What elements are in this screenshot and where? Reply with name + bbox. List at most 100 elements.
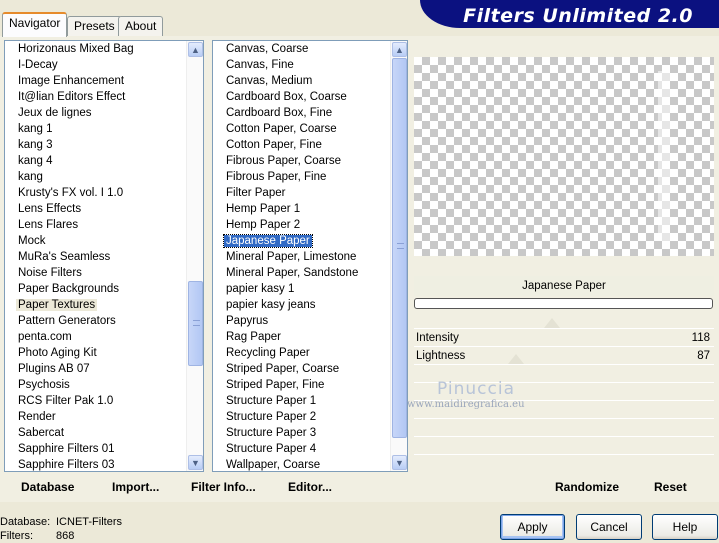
category-item[interactable]: Noise Filters bbox=[5, 265, 203, 281]
filter-item-label: Hemp Paper 2 bbox=[226, 219, 301, 231]
filter-item-label: Structure Paper 4 bbox=[226, 443, 317, 455]
category-item-label: Sapphire Filters 01 bbox=[18, 443, 115, 455]
filter-item[interactable]: Striped Paper, Fine bbox=[213, 377, 407, 393]
filter-item-label: Canvas, Fine bbox=[226, 59, 294, 71]
filter-scroll-thumb[interactable] bbox=[392, 58, 407, 438]
filter-item[interactable]: papier kasy 1 bbox=[213, 281, 407, 297]
import-button[interactable]: Import... bbox=[112, 480, 159, 494]
category-item-label: Sapphire Filters 03 bbox=[18, 459, 115, 471]
filter-item[interactable]: Structure Paper 1 bbox=[213, 393, 407, 409]
category-item[interactable]: kang 1 bbox=[5, 121, 203, 137]
filter-item[interactable]: Canvas, Coarse bbox=[213, 41, 407, 57]
category-item[interactable]: Sapphire Filters 03 bbox=[5, 457, 203, 471]
editor-button[interactable]: Editor... bbox=[288, 480, 332, 494]
filter-item[interactable]: Hemp Paper 2 bbox=[213, 217, 407, 233]
category-item-label: Noise Filters bbox=[18, 267, 82, 279]
filter-item[interactable]: Structure Paper 3 bbox=[213, 425, 407, 441]
scroll-up-icon[interactable]: ▲ bbox=[392, 42, 407, 57]
filter-item[interactable]: Structure Paper 2 bbox=[213, 409, 407, 425]
filter-item[interactable]: Structure Paper 4 bbox=[213, 441, 407, 457]
category-item[interactable]: Lens Flares bbox=[5, 217, 203, 233]
filter-item[interactable]: Mineral Paper, Sandstone bbox=[213, 265, 407, 281]
randomize-button[interactable]: Randomize bbox=[555, 480, 619, 494]
category-item-label: I-Decay bbox=[18, 59, 58, 71]
category-list[interactable]: Horizonaus Mixed Bag I-Decay Image Enhance… bbox=[4, 40, 204, 472]
category-item[interactable]: Lens Effects bbox=[5, 201, 203, 217]
filter-item-label: Cotton Paper, Coarse bbox=[226, 123, 337, 135]
category-item-label: Mock bbox=[18, 235, 46, 247]
category-item-label: Plugins AB 07 bbox=[18, 363, 90, 375]
category-item[interactable]: Paper Textures bbox=[5, 297, 203, 313]
scroll-up-icon[interactable]: ▲ bbox=[188, 42, 203, 57]
category-item-label: Lens Effects bbox=[18, 203, 82, 215]
filter-scrollbar[interactable]: ▲ ▼ bbox=[390, 41, 407, 471]
database-button[interactable]: Database bbox=[21, 480, 74, 494]
category-item[interactable]: penta.com bbox=[5, 329, 203, 345]
tab-navigator[interactable]: Navigator bbox=[2, 12, 68, 37]
filter-item[interactable]: Canvas, Medium bbox=[213, 73, 407, 89]
filter-item[interactable]: papier kasy jeans bbox=[213, 297, 407, 313]
filter-item-label: Cotton Paper, Fine bbox=[226, 139, 322, 151]
tab-about[interactable]: About bbox=[118, 16, 164, 36]
filter-info-button[interactable]: Filter Info... bbox=[191, 480, 256, 494]
category-item[interactable]: Render bbox=[5, 409, 203, 425]
category-scrollbar[interactable]: ▲ ▼ bbox=[186, 41, 203, 471]
category-item[interactable]: I-Decay bbox=[5, 57, 203, 73]
category-item[interactable]: It@lian Editors Effect bbox=[5, 89, 203, 105]
filter-item[interactable]: Cotton Paper, Fine bbox=[213, 137, 407, 153]
filter-item[interactable]: Filter Paper bbox=[213, 185, 407, 201]
reset-button[interactable]: Reset bbox=[654, 480, 687, 494]
category-item[interactable]: MuRa's Seamless bbox=[5, 249, 203, 265]
category-item[interactable]: Sabercat bbox=[5, 425, 203, 441]
category-item[interactable]: Sapphire Filters 01 bbox=[5, 441, 203, 457]
filter-item-label: Hemp Paper 1 bbox=[226, 203, 301, 215]
category-item[interactable]: Photo Aging Kit bbox=[5, 345, 203, 361]
filter-item-label: Structure Paper 2 bbox=[226, 411, 317, 423]
category-item-label: Psychosis bbox=[18, 379, 70, 391]
category-item[interactable]: Jeux de lignes bbox=[5, 105, 203, 121]
filter-item-label: Fibrous Paper, Coarse bbox=[226, 155, 342, 167]
filter-item[interactable]: Cotton Paper, Coarse bbox=[213, 121, 407, 137]
filter-item[interactable]: Striped Paper, Coarse bbox=[213, 361, 407, 377]
filter-item-label: Japanese Paper bbox=[223, 234, 313, 248]
filter-item[interactable]: Fibrous Paper, Coarse bbox=[213, 153, 407, 169]
filter-item[interactable]: Recycling Paper bbox=[213, 345, 407, 361]
category-item[interactable]: Psychosis bbox=[5, 377, 203, 393]
filter-item[interactable]: Rag Paper bbox=[213, 329, 407, 345]
category-item[interactable]: Krusty's FX vol. I 1.0 bbox=[5, 185, 203, 201]
category-item[interactable]: Pattern Generators bbox=[5, 313, 203, 329]
filter-item-label: Canvas, Medium bbox=[226, 75, 313, 87]
category-item[interactable]: kang bbox=[5, 169, 203, 185]
scroll-down-icon[interactable]: ▼ bbox=[188, 455, 203, 470]
filter-item[interactable]: Wallpaper, Coarse bbox=[213, 457, 407, 471]
help-button[interactable]: Help bbox=[652, 514, 718, 540]
filter-item[interactable]: Hemp Paper 1 bbox=[213, 201, 407, 217]
scroll-down-icon[interactable]: ▼ bbox=[392, 455, 407, 470]
category-item[interactable]: Image Enhancement bbox=[5, 73, 203, 89]
filter-list[interactable]: Canvas, Coarse Canvas, Fine Canvas, Medium… bbox=[212, 40, 408, 472]
tab-presets[interactable]: Presets bbox=[67, 16, 122, 36]
filter-item[interactable]: Japanese Paper bbox=[213, 233, 407, 249]
category-item-label: Horizonaus Mixed Bag bbox=[18, 43, 134, 55]
cancel-button[interactable]: Cancel bbox=[576, 514, 642, 540]
slider-intensity[interactable]: Intensity 118 bbox=[414, 328, 714, 346]
filter-item[interactable]: Cardboard Box, Coarse bbox=[213, 89, 407, 105]
category-item[interactable]: kang 4 bbox=[5, 153, 203, 169]
category-item[interactable]: Mock bbox=[5, 233, 203, 249]
apply-button[interactable]: Apply bbox=[500, 514, 565, 540]
filter-item[interactable]: Cardboard Box, Fine bbox=[213, 105, 407, 121]
filter-item[interactable]: Papyrus bbox=[213, 313, 407, 329]
category-scroll-thumb[interactable] bbox=[188, 281, 203, 366]
category-item[interactable]: RCS Filter Pak 1.0 bbox=[5, 393, 203, 409]
category-item[interactable]: Horizonaus Mixed Bag bbox=[5, 41, 203, 57]
filter-item[interactable]: Mineral Paper, Limestone bbox=[213, 249, 407, 265]
filter-item[interactable]: Canvas, Fine bbox=[213, 57, 407, 73]
category-item-label: penta.com bbox=[18, 331, 72, 343]
category-item-label: Photo Aging Kit bbox=[18, 347, 97, 359]
category-item[interactable]: Plugins AB 07 bbox=[5, 361, 203, 377]
filter-item-label: Mineral Paper, Limestone bbox=[226, 251, 357, 263]
category-item[interactable]: Paper Backgrounds bbox=[5, 281, 203, 297]
category-item[interactable]: kang 3 bbox=[5, 137, 203, 153]
filter-item[interactable]: Fibrous Paper, Fine bbox=[213, 169, 407, 185]
slider-lightness[interactable]: Lightness 87 bbox=[414, 346, 714, 364]
